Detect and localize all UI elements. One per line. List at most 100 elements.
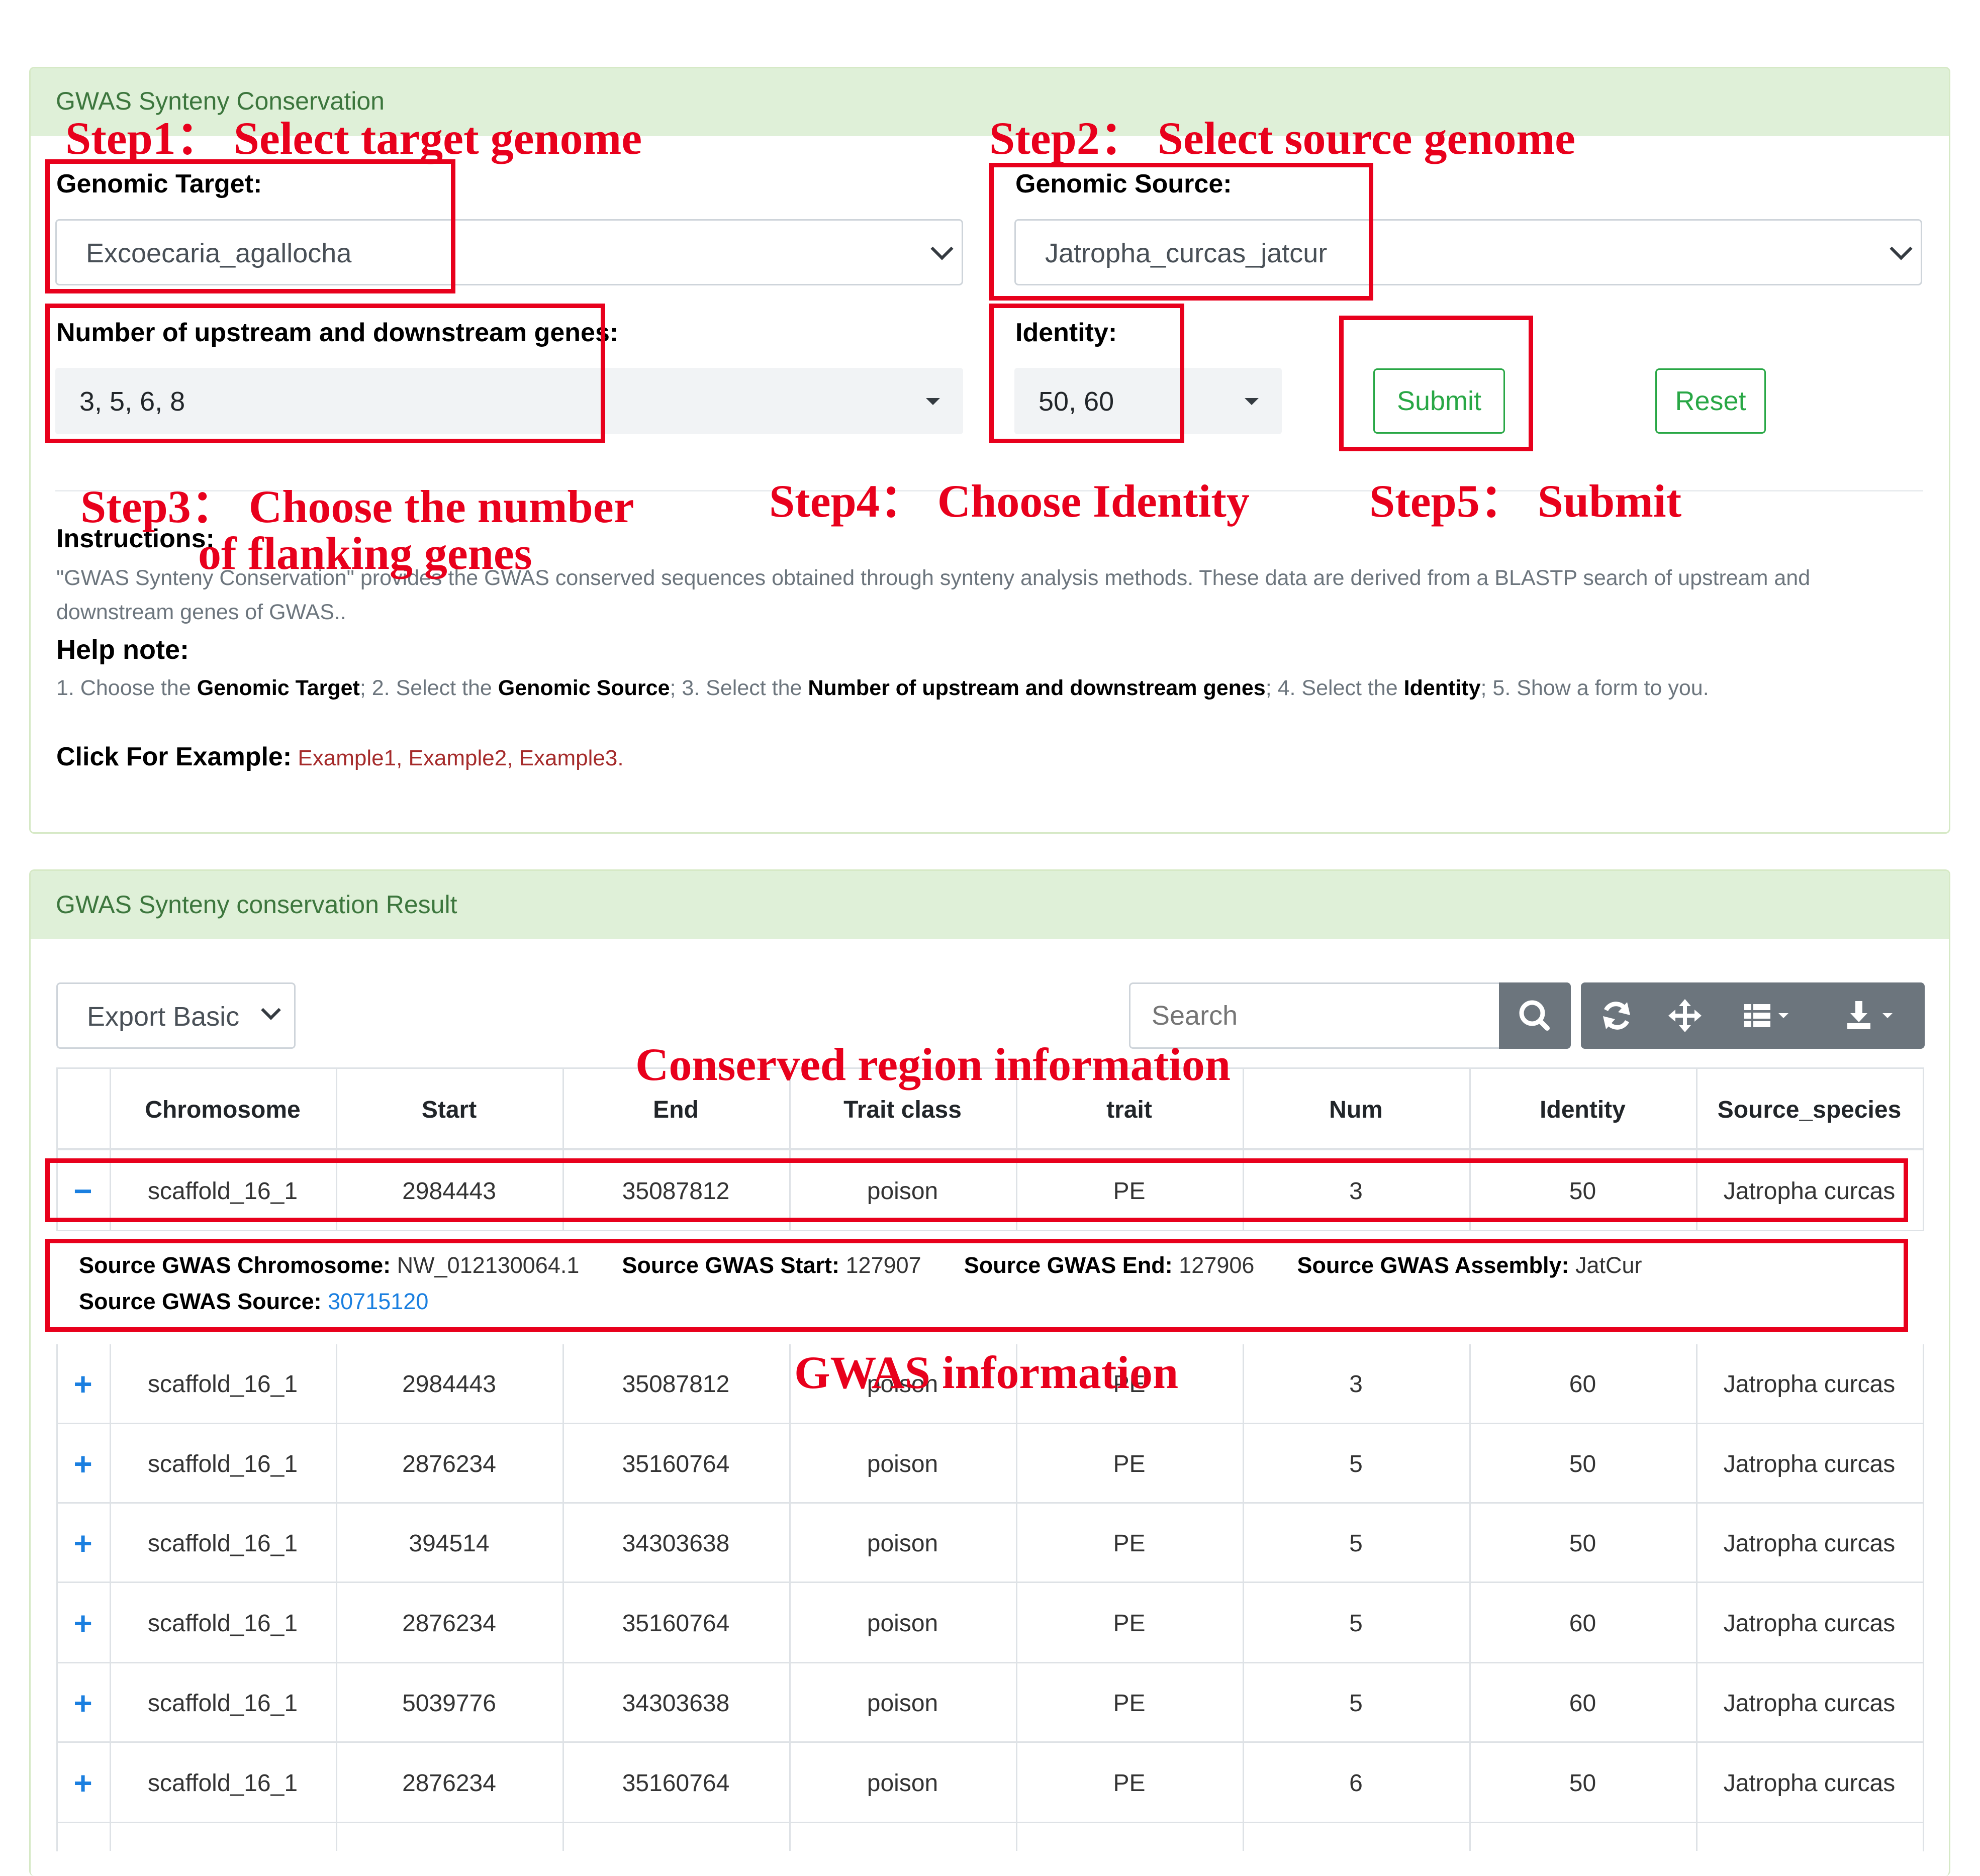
columns-icon xyxy=(1744,1004,1788,1027)
cell-trait: PE xyxy=(1113,1450,1146,1477)
highlight-submit xyxy=(1339,316,1533,451)
caret-down-icon xyxy=(926,398,940,405)
example-row: Click For Example: Example1, Example2, E… xyxy=(56,742,624,772)
expand-row-button[interactable]: + xyxy=(56,1504,110,1583)
help-part: ; 4. Select the xyxy=(1265,676,1404,700)
export-value: Export Basic xyxy=(87,1002,240,1032)
column-header-identity[interactable]: Identity xyxy=(1469,1070,1696,1149)
annotation-step3-line1: Step3： Choose the number xyxy=(80,481,634,532)
expand-row-button[interactable]: + xyxy=(56,1424,110,1504)
column-header-chromosome[interactable]: Chromosome xyxy=(110,1070,336,1149)
reset-button[interactable]: Reset xyxy=(1655,368,1766,434)
refresh-icon xyxy=(1603,1002,1630,1030)
cell-trait: PE xyxy=(1113,1690,1146,1717)
move-icon xyxy=(1668,999,1702,1032)
annotation-step4: Step4： Choose Identity xyxy=(769,475,1250,527)
instructions-text-line-2: downstream genes of GWAS.. xyxy=(56,600,346,624)
cell-start: 2876234 xyxy=(402,1769,496,1797)
cell-trait-class: poison xyxy=(867,1769,938,1797)
expand-row-button[interactable]: + xyxy=(56,1344,110,1424)
column-header-num[interactable]: Num xyxy=(1243,1070,1469,1149)
highlight-identity xyxy=(989,304,1184,443)
cell-source-species: Jatropha curcas xyxy=(1723,1370,1896,1398)
column-header-start[interactable]: Start xyxy=(336,1070,562,1149)
search-icon xyxy=(1519,1000,1550,1031)
columns-dropdown-button[interactable] xyxy=(1718,982,1818,1049)
cell-source-species: Jatropha curcas xyxy=(1723,1530,1896,1557)
help-note-text: 1. Choose the Genomic Target; 2. Select … xyxy=(56,676,1709,701)
highlight-genomic-target xyxy=(45,159,455,293)
cell-trait-class: poison xyxy=(867,1530,938,1557)
example-label: Click For Example: xyxy=(56,742,292,771)
cell-chromosome: scaffold_16_1 xyxy=(147,1690,298,1717)
refresh-button[interactable] xyxy=(1581,982,1652,1049)
download-icon xyxy=(1847,1001,1893,1029)
help-part-bold: Genomic Target xyxy=(197,676,360,700)
chevron-down-icon xyxy=(261,1000,281,1020)
cell-trait: PE xyxy=(1113,1610,1146,1637)
cell-identity: 60 xyxy=(1569,1690,1596,1717)
cell-num: 3 xyxy=(1349,1370,1363,1398)
expand-row-button[interactable]: + xyxy=(56,1663,110,1743)
cell-source-species: Jatropha curcas xyxy=(1723,1690,1896,1717)
help-part: ; 2. Select the xyxy=(359,676,498,700)
cell-start: 394514 xyxy=(409,1530,490,1557)
highlight-genomic-source xyxy=(989,163,1373,301)
search-button[interactable] xyxy=(1499,982,1571,1049)
result-card-header: GWAS Synteny conservation Result xyxy=(31,871,1949,939)
annotation-gwas-information: GWAS information xyxy=(794,1347,1179,1398)
cell-end: 34303638 xyxy=(622,1690,730,1717)
fullscreen-button[interactable] xyxy=(1652,982,1718,1049)
cell-num: 5 xyxy=(1349,1610,1363,1637)
row-divider xyxy=(56,1822,1924,1823)
cell-identity: 60 xyxy=(1569,1370,1596,1398)
help-part: 1. Choose the xyxy=(56,676,197,700)
cell-end: 35160764 xyxy=(622,1769,730,1797)
expand-row-button[interactable]: + xyxy=(56,1583,110,1663)
cell-chromosome: scaffold_16_1 xyxy=(147,1450,298,1477)
export-dropdown-button[interactable] xyxy=(1818,982,1925,1049)
cell-num: 5 xyxy=(1349,1690,1363,1717)
help-part: ; 3. Select the xyxy=(670,676,808,700)
cell-start: 5039776 xyxy=(402,1690,496,1717)
cell-num: 5 xyxy=(1349,1530,1363,1557)
caret-down-icon xyxy=(1245,398,1259,405)
cell-start: 2984443 xyxy=(402,1370,496,1398)
cell-end: 35160764 xyxy=(622,1450,730,1477)
highlight-detail xyxy=(45,1239,1908,1332)
cell-source-species: Jatropha curcas xyxy=(1723,1769,1896,1797)
cell-end: 34303638 xyxy=(622,1530,730,1557)
highlight-first-row xyxy=(45,1158,1908,1222)
result-card-title: GWAS Synteny conservation Result xyxy=(56,891,457,919)
example-link-3[interactable]: Example3 xyxy=(519,746,618,770)
cell-start: 2876234 xyxy=(402,1450,496,1477)
cell-identity: 60 xyxy=(1569,1610,1596,1637)
chevron-down-icon xyxy=(930,237,954,260)
help-part-bold: Number of upstream and downstream genes xyxy=(808,676,1266,700)
annotation-step2: Step2： Select source genome xyxy=(989,113,1575,164)
example-sep: , xyxy=(396,746,409,770)
cell-trait: PE xyxy=(1113,1769,1146,1797)
expand-row-button[interactable]: + xyxy=(56,1743,110,1823)
highlight-flanking xyxy=(45,304,605,443)
cell-identity: 50 xyxy=(1569,1450,1596,1477)
column-header-source-species[interactable]: Source_species xyxy=(1696,1070,1923,1149)
help-part-bold: Genomic Source xyxy=(498,676,670,700)
example-end: . xyxy=(617,746,624,770)
export-select[interactable]: Export Basic xyxy=(56,982,296,1049)
cell-start: 2876234 xyxy=(402,1610,496,1637)
example-sep: , xyxy=(507,746,519,770)
cell-identity: 50 xyxy=(1569,1530,1596,1557)
cell-trait-class: poison xyxy=(867,1610,938,1637)
cell-trait-class: poison xyxy=(867,1450,938,1477)
annotation-step1: Step1： Select target genome xyxy=(65,113,642,164)
example-link-1[interactable]: Example1 xyxy=(298,746,396,770)
cell-chromosome: scaffold_16_1 xyxy=(147,1769,298,1797)
cell-num: 6 xyxy=(1349,1769,1363,1797)
cell-chromosome: scaffold_16_1 xyxy=(147,1530,298,1557)
cell-identity: 50 xyxy=(1569,1769,1596,1797)
cell-trait-class: poison xyxy=(867,1690,938,1717)
cell-source-species: Jatropha curcas xyxy=(1723,1450,1896,1477)
example-link-2[interactable]: Example2 xyxy=(409,746,507,770)
cell-trait: PE xyxy=(1113,1530,1146,1557)
